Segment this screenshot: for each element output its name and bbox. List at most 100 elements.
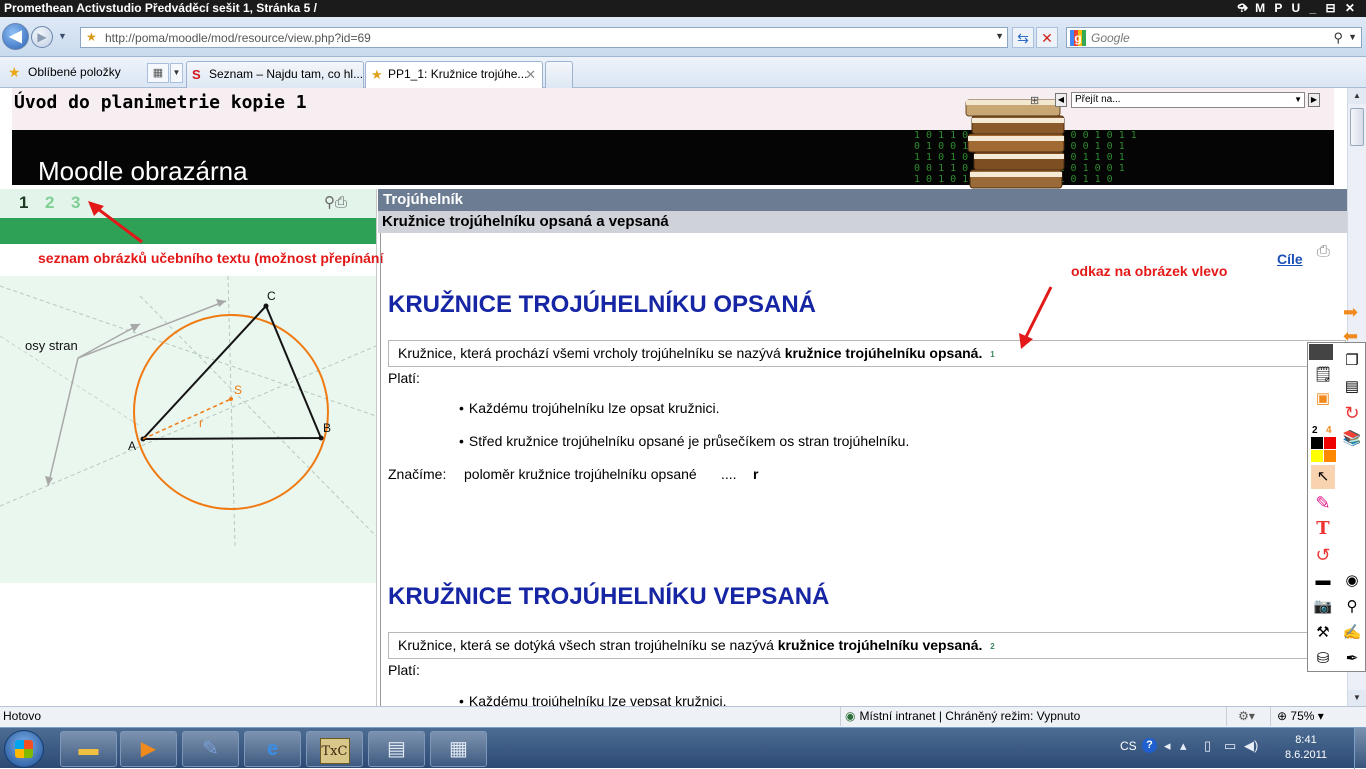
close-tab-icon[interactable]: ✕ — [525, 62, 536, 87]
color-yellow-swatch[interactable] — [1311, 450, 1323, 462]
definition-term: kružnice trojúhelníku vepsaná. — [777, 637, 983, 653]
documents-taskbar-icon[interactable]: ▤ — [368, 731, 425, 767]
help-icon[interactable]: ? — [1142, 738, 1157, 753]
internet-explorer-taskbar-icon[interactable]: e — [244, 731, 301, 767]
tools-icon[interactable]: ⚒ — [1311, 621, 1335, 645]
image-number-1[interactable]: 1 — [19, 193, 28, 213]
desktop-icon[interactable]: ▣ — [1311, 387, 1335, 411]
window-title-bar: Promethean Activstudio Předváděcí sešit … — [0, 0, 1366, 17]
annotation-image-link: odkaz na obrázek vlevo — [1071, 263, 1228, 279]
refresh-button[interactable]: ⇆ — [1012, 27, 1034, 48]
cile-link[interactable]: Cíle — [1277, 251, 1303, 267]
scroll-up-arrow[interactable]: ▲ — [1348, 88, 1366, 104]
flipchart-icon[interactable]: ▤ — [1340, 375, 1364, 399]
search-icon[interactable]: ⚲ — [1333, 30, 1343, 46]
pen-width-2[interactable]: 2 — [1312, 425, 1318, 436]
show-desktop-button[interactable] — [1354, 728, 1366, 769]
center-s-label: S — [234, 383, 242, 397]
stop-button[interactable]: ✕ — [1036, 27, 1058, 48]
spotlight-icon[interactable]: ◉ — [1340, 569, 1364, 593]
fill-icon[interactable]: ⛁ — [1311, 647, 1335, 671]
window-title: Promethean Activstudio Předváděcí sešit … — [4, 1, 318, 15]
start-button[interactable] — [4, 730, 44, 768]
image-ref-link[interactable]: 1 — [990, 350, 994, 359]
device-icon[interactable]: ▯ — [1204, 738, 1211, 754]
toolbar-header[interactable] — [1309, 344, 1333, 360]
reset-icon[interactable]: ↻ — [1340, 401, 1364, 425]
image-number-bar: 1 2 3 ⚲⎙ — [0, 189, 376, 218]
quick-tabs-button[interactable]: ▦ — [147, 63, 169, 83]
tab-list-dropdown[interactable]: ▼ — [170, 63, 183, 83]
zoom-level: 75% — [1290, 709, 1315, 723]
osy-stran-label: osy stran — [25, 338, 78, 353]
security-zone[interactable]: ◉ Místní intranet | Chráněný režim: Vypnu… — [840, 707, 1080, 726]
jump-prev-button[interactable]: ◀ — [1055, 93, 1067, 107]
next-page-arrow-icon[interactable]: ➡ — [1343, 302, 1358, 323]
url-dropdown-icon[interactable]: ▼ — [995, 31, 1004, 41]
search-box[interactable]: g Google ⚲ ▼ — [1066, 27, 1362, 48]
list-item: Každému trojúhelníku lze vepsat kružnici… — [459, 693, 727, 706]
scroll-thumb[interactable] — [1350, 108, 1364, 146]
history-dropdown-icon[interactable]: ▼ — [58, 31, 67, 41]
tab-kruznice[interactable]: ★ PP1_1: Kružnice trojúhe... ✕ — [365, 61, 543, 88]
show-hidden-icons-icon[interactable]: ▴ — [1180, 738, 1187, 754]
address-bar[interactable]: ★ http://poma/moodle/mod/resource/view.p… — [80, 27, 1008, 48]
color-black-swatch[interactable] — [1311, 437, 1323, 449]
zoom-print-icon[interactable]: ⚲⎙ — [324, 193, 347, 211]
undo-icon[interactable]: ↺ — [1311, 543, 1335, 567]
back-button[interactable]: ◀ — [2, 23, 29, 50]
chevron-left-icon[interactable]: ◂ — [1164, 738, 1171, 754]
language-indicator[interactable]: CS — [1120, 739, 1137, 753]
network-icon[interactable]: ▭ — [1224, 738, 1236, 754]
favorites-star-icon[interactable]: ★ — [8, 64, 21, 81]
text-tool-icon[interactable]: T — [1311, 517, 1335, 541]
screen-shade-icon[interactable]: ▬ — [1311, 569, 1335, 593]
forward-button[interactable]: ▶ — [31, 26, 53, 48]
tab-seznam[interactable]: S Seznam – Najdu tam, co hl... — [186, 61, 364, 88]
pen-width-4[interactable]: 4 — [1326, 425, 1332, 436]
url-text[interactable]: http://poma/moodle/mod/resource/view.php… — [105, 31, 371, 45]
favorites-button[interactable]: Oblíbené položky — [28, 65, 121, 79]
search-dropdown-icon[interactable]: ▼ — [1348, 32, 1357, 42]
pen-icon[interactable]: ✒ — [1340, 647, 1364, 671]
window-controls[interactable]: ? M P U _ ⊟ ✕ — [1238, 0, 1358, 16]
image-number-2[interactable]: 2 — [45, 193, 54, 213]
new-tab-button[interactable] — [545, 61, 573, 88]
security-zone-text: Místní intranet | Chráněný režim: Vypnut… — [859, 709, 1081, 723]
moodle-banner: 1 0 1 1 0 0 1 1 0 1 1 0 0 1 0 1 1 0 1 0 … — [12, 130, 1334, 185]
media-player-taskbar-icon[interactable]: ▶ — [120, 731, 177, 767]
green-strip — [0, 218, 376, 244]
favorites-bar: ★ Oblíbené položky ▦ ▼ S Seznam – Najdu … — [0, 57, 1366, 88]
section-subtitle: Kružnice trojúhelníku opsaná a vepsaná — [378, 211, 1347, 233]
highlighter-icon[interactable]: ✎ — [1311, 491, 1335, 515]
znacime-symbol: r — [753, 466, 759, 482]
search-input[interactable]: Google — [1091, 31, 1130, 45]
znacime-dots: .... — [721, 466, 737, 482]
notepad-icon[interactable]: 🗒 — [1311, 363, 1335, 387]
jump-select[interactable]: Přejít na... ▼ — [1071, 92, 1305, 108]
system-tray: CS ? ◂ ▴ ▯ ▭ ◀) 8:41 8.6.2011 — [1108, 728, 1366, 769]
volume-icon[interactable]: ◀) — [1244, 738, 1258, 754]
activstudio-taskbar-icon[interactable]: ▦ — [430, 731, 487, 767]
camera-icon[interactable]: 📷 — [1311, 595, 1335, 619]
magnifier-icon[interactable]: ⚲ — [1340, 595, 1364, 619]
print-icon[interactable]: ⎙ — [1317, 243, 1330, 261]
jump-next-button[interactable]: ▶ — [1308, 93, 1320, 107]
grid-icon[interactable]: ⊞ — [1030, 94, 1039, 107]
explorer-taskbar-icon[interactable]: ▬ — [60, 731, 117, 767]
color-orange-swatch[interactable] — [1324, 450, 1336, 462]
color-red-swatch[interactable] — [1324, 437, 1336, 449]
clock-time[interactable]: 8:41 — [1278, 733, 1334, 748]
status-text: Hotovo — [3, 709, 42, 723]
protected-mode-icon[interactable]: ⚙▾ — [1226, 707, 1266, 726]
handwriting-icon[interactable]: ✍ — [1340, 621, 1364, 645]
scroll-down-arrow[interactable]: ▼ — [1348, 690, 1366, 706]
select-cursor-icon[interactable]: ↖ — [1311, 465, 1335, 489]
library-icon[interactable]: 📚 — [1340, 427, 1364, 451]
paint-taskbar-icon[interactable]: ✎ — [182, 731, 239, 767]
pages-icon[interactable]: ❐ — [1340, 349, 1364, 373]
zoom-control[interactable]: ⊕ 75% ▾ — [1270, 707, 1324, 726]
clock-date[interactable]: 8.6.2011 — [1278, 748, 1334, 763]
image-ref-link[interactable]: 2 — [990, 642, 994, 651]
txc-taskbar-icon[interactable]: TxC — [306, 731, 363, 767]
